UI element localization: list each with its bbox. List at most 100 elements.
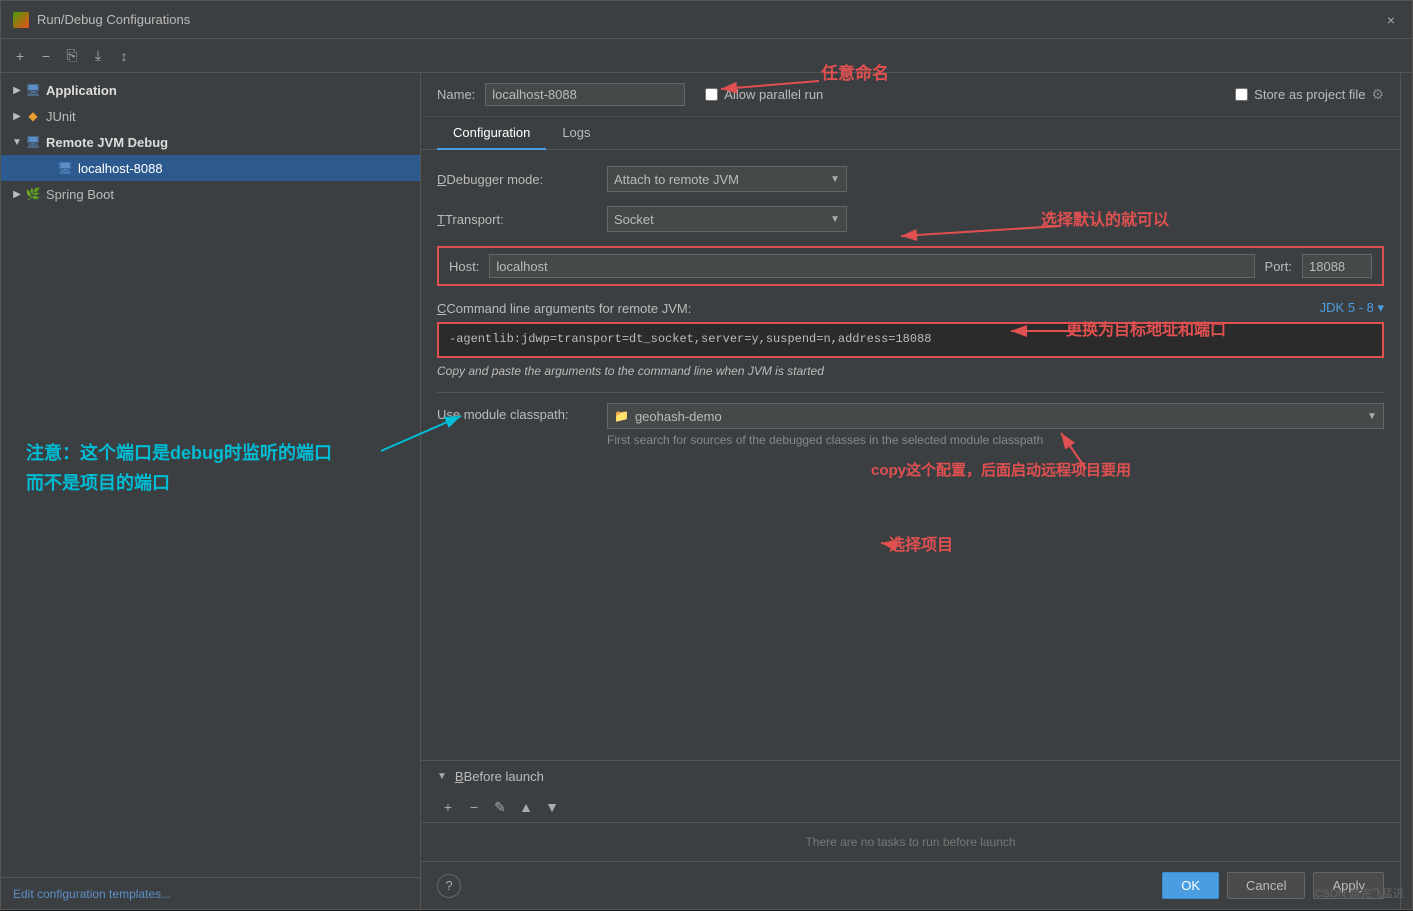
transport-label: TTransport: (437, 212, 597, 227)
expand-icon-application: ▶ (9, 82, 25, 98)
cmd-args-value: -agentlib:jdwp=transport=dt_socket,serve… (449, 332, 931, 346)
name-input[interactable] (485, 83, 685, 106)
before-launch-section: ▼ BBefore launch + − ✎ ▲ ▼ There are no … (421, 760, 1400, 861)
name-row: Name: Allow parallel run Store as projec… (421, 73, 1400, 117)
remove-config-button[interactable]: − (35, 45, 57, 67)
transport-select[interactable]: Socket ▼ (607, 206, 847, 232)
remote-jvm-icon: 🖥 (25, 134, 41, 150)
module-hint: First search for sources of the debugged… (607, 433, 1384, 447)
spring-boot-label: Spring Boot (46, 187, 114, 202)
dialog-title: Run/Debug Configurations (37, 12, 1382, 27)
gear-icon[interactable]: ⚙ (1371, 86, 1384, 103)
help-button[interactable]: ? (437, 874, 461, 898)
before-launch-toolbar: + − ✎ ▲ ▼ (421, 792, 1400, 823)
debugger-mode-row: DDebugger mode: Attach to remote JVM ▼ (437, 166, 1384, 192)
divider (437, 392, 1384, 393)
before-launch-remove[interactable]: − (463, 796, 485, 818)
content-area: Name: Allow parallel run Store as projec… (421, 73, 1400, 909)
localhost-label: localhost-8088 (78, 161, 163, 176)
remote-jvm-label: Remote JVM Debug (46, 135, 168, 150)
module-select-inner: 📁 geohash-demo (614, 409, 1367, 424)
before-launch-arrow: ▼ (437, 771, 447, 782)
edit-templates-link[interactable]: Edit configuration templates... (13, 887, 171, 901)
move-config-button[interactable]: ⤓ (87, 45, 109, 67)
sidebar-item-remote-jvm-debug[interactable]: ▼ 🖥 Remote JVM Debug (1, 129, 420, 155)
add-config-button[interactable]: + (9, 45, 31, 67)
module-arrow: ▼ (1367, 411, 1377, 422)
transport-arrow: ▼ (830, 214, 840, 225)
store-project-row: Store as project file ⚙ (1235, 86, 1384, 103)
debugger-mode-label: DDebugger mode: (437, 172, 597, 187)
main-area: ▶ 🖥 Application ▶ ◆ JUnit ▼ 🖥 Remote JVM… (1, 73, 1412, 909)
expand-icon-spring-boot: ▶ (9, 186, 25, 202)
debugger-mode-arrow: ▼ (830, 174, 840, 185)
sidebar: ▶ 🖥 Application ▶ ◆ JUnit ▼ 🖥 Remote JVM… (1, 73, 421, 909)
parallel-run-row: Allow parallel run (705, 87, 823, 102)
expand-icon-junit: ▶ (9, 108, 25, 124)
before-launch-edit[interactable]: ✎ (489, 796, 511, 818)
jdk-version[interactable]: JDK 5 - 8 ▾ (1320, 300, 1384, 316)
module-value: geohash-demo (635, 409, 722, 424)
dialog-icon (13, 12, 29, 28)
sidebar-item-spring-boot[interactable]: ▶ 🌿 Spring Boot (1, 181, 420, 207)
allow-parallel-label: Allow parallel run (724, 87, 823, 102)
module-select-wrapper: 📁 geohash-demo ▼ First search for source… (607, 403, 1384, 447)
tab-logs[interactable]: Logs (546, 117, 606, 150)
debugger-mode-select[interactable]: Attach to remote JVM ▼ (607, 166, 847, 192)
config-content: DDebugger mode: Attach to remote JVM ▼ T… (421, 150, 1400, 760)
cancel-button[interactable]: Cancel (1227, 872, 1305, 899)
before-launch-empty: There are no tasks to run before launch (421, 823, 1400, 861)
copy-config-button[interactable]: ⎘ (61, 45, 83, 67)
sidebar-item-junit[interactable]: ▶ ◆ JUnit (1, 103, 420, 129)
cmd-args-section: CCommand line arguments for remote JVM: … (437, 300, 1384, 378)
store-project-checkbox[interactable] (1235, 88, 1248, 101)
transport-value: Socket (614, 212, 654, 227)
host-input[interactable] (489, 254, 1254, 278)
expand-icon-remote-jvm: ▼ (9, 134, 25, 150)
allow-parallel-checkbox[interactable] (705, 88, 718, 101)
spring-boot-icon: 🌿 (25, 186, 41, 202)
cmd-args-header: CCommand line arguments for remote JVM: … (437, 300, 1384, 316)
footer-buttons: ? OK Cancel Apply (421, 861, 1400, 909)
application-icon: 🖥 (25, 82, 41, 98)
sidebar-item-localhost-8088[interactable]: 🖥 localhost-8088 (1, 155, 420, 181)
expand-icon-localhost (41, 160, 57, 176)
tab-configuration[interactable]: Configuration (437, 117, 546, 150)
sort-config-button[interactable]: ↕ (113, 45, 135, 67)
junit-label: JUnit (46, 109, 76, 124)
port-label: Port: (1265, 259, 1292, 274)
cmd-args-label: CCommand line arguments for remote JVM: (437, 301, 691, 316)
debugger-mode-value: Attach to remote JVM (614, 172, 739, 187)
transport-row: TTransport: Socket ▼ (437, 206, 1384, 232)
before-launch-title: BBefore launch (455, 769, 544, 784)
module-label: Use module classpath: (437, 403, 597, 422)
store-project-label: Store as project file (1254, 87, 1365, 102)
watermark: CSDN @完飞猛进 (1315, 885, 1404, 901)
folder-icon: 📁 (614, 409, 629, 423)
cmd-args-box: -agentlib:jdwp=transport=dt_socket,serve… (437, 322, 1384, 358)
before-launch-add[interactable]: + (437, 796, 459, 818)
localhost-icon: 🖥 (57, 160, 73, 176)
junit-icon: ◆ (25, 108, 41, 124)
port-input[interactable] (1302, 254, 1372, 278)
name-label: Name: (437, 87, 475, 102)
scrollbar[interactable] (1400, 73, 1412, 909)
tabs-row: Configuration Logs (421, 117, 1400, 150)
module-select[interactable]: 📁 geohash-demo ▼ (607, 403, 1384, 429)
host-label: Host: (449, 259, 479, 274)
host-port-row: Host: Port: (437, 246, 1384, 286)
before-launch-up[interactable]: ▲ (515, 796, 537, 818)
ok-button[interactable]: OK (1162, 872, 1219, 899)
module-row: Use module classpath: 📁 geohash-demo ▼ F… (437, 403, 1384, 447)
close-button[interactable]: × (1382, 11, 1400, 29)
run-debug-dialog: Run/Debug Configurations × + − ⎘ ⤓ ↕ ▶ 🖥… (0, 0, 1413, 910)
copy-hint: Copy and paste the arguments to the comm… (437, 364, 1384, 378)
before-launch-down[interactable]: ▼ (541, 796, 563, 818)
title-bar: Run/Debug Configurations × (1, 1, 1412, 39)
sidebar-item-application[interactable]: ▶ 🖥 Application (1, 77, 420, 103)
config-tree: ▶ 🖥 Application ▶ ◆ JUnit ▼ 🖥 Remote JVM… (1, 73, 420, 877)
config-toolbar: + − ⎘ ⤓ ↕ (1, 39, 1412, 73)
sidebar-footer: Edit configuration templates... (1, 877, 420, 909)
application-label: Application (46, 83, 117, 98)
before-launch-header[interactable]: ▼ BBefore launch (421, 760, 1400, 792)
